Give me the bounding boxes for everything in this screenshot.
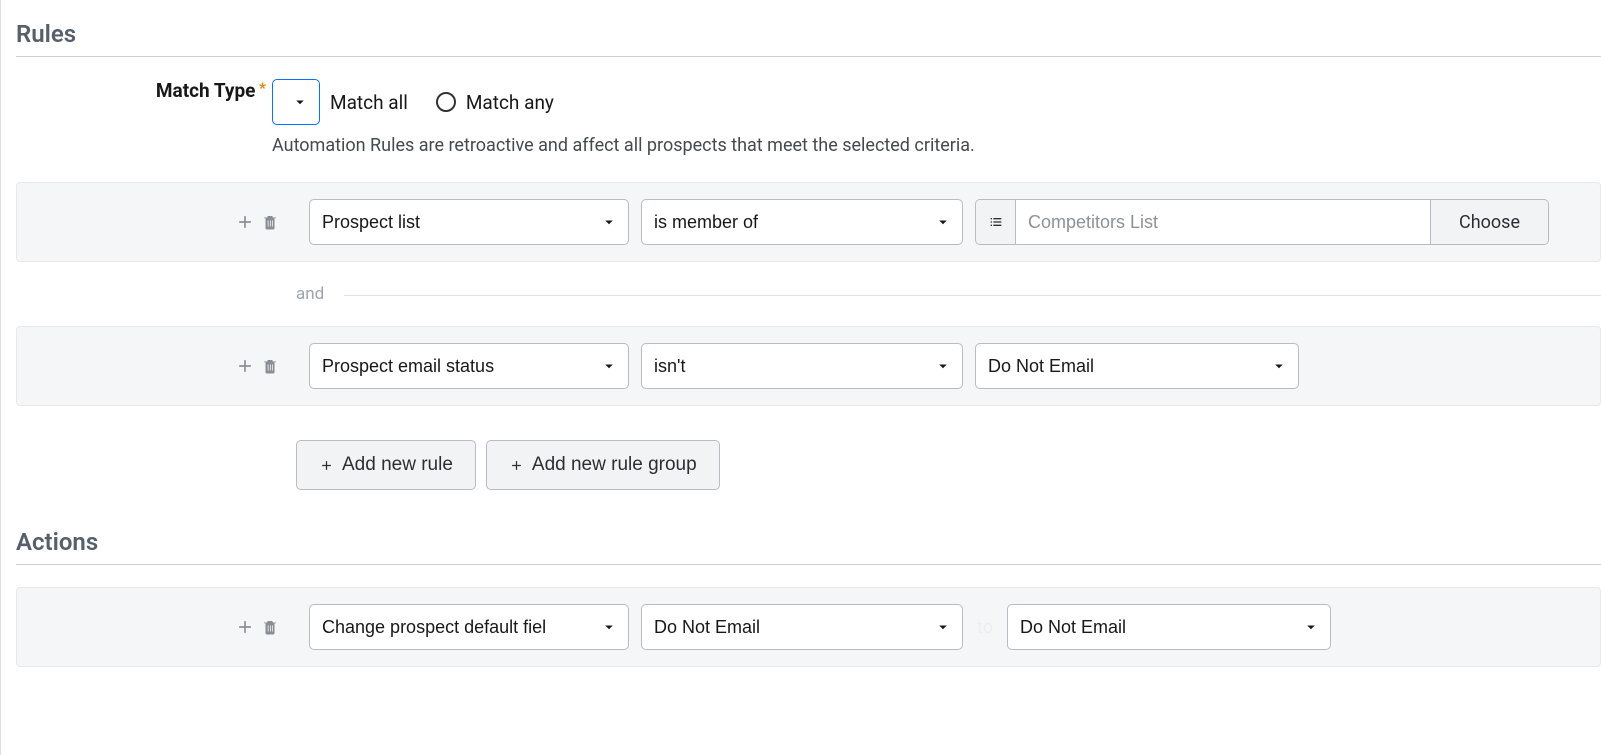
add-rule-icon[interactable]	[235, 212, 255, 233]
rule-block: Prospect email status isn't Do Not Email	[16, 326, 1601, 406]
delete-rule-icon[interactable]	[261, 212, 279, 232]
add-action-icon[interactable]	[235, 617, 255, 638]
to-label: to	[975, 617, 995, 638]
add-new-rule-button[interactable]: Add new rule	[296, 440, 476, 490]
rule-operator-select[interactable]: is member of	[641, 199, 963, 245]
delete-action-icon[interactable]	[261, 617, 279, 637]
add-rule-icon[interactable]	[235, 356, 255, 377]
match-any-label: Match any	[466, 91, 554, 114]
rule-operator-select[interactable]: isn't	[641, 343, 963, 389]
actions-heading: Actions	[16, 528, 1601, 565]
delete-rule-icon[interactable]	[261, 356, 279, 376]
rule-row: Prospect list is member of Choose	[17, 199, 1600, 245]
match-type-label: Match Type *	[16, 79, 272, 104]
rule-value-lookup: Choose	[975, 199, 1549, 245]
rule-value-input[interactable]	[1016, 200, 1430, 244]
rule-block: Prospect list is member of Choose	[16, 182, 1601, 262]
add-new-rule-group-button[interactable]: Add new rule group	[486, 440, 720, 490]
match-any-radio[interactable]: Match any	[436, 91, 554, 114]
list-icon[interactable]	[976, 200, 1016, 244]
action-value-select[interactable]: Do Not Email	[1007, 604, 1331, 650]
match-all-label: Match all	[330, 91, 408, 114]
match-all-radio[interactable]: Match all	[272, 79, 408, 125]
choose-button[interactable]: Choose	[1430, 200, 1548, 244]
joiner-text: and	[296, 284, 324, 304]
plus-icon	[509, 458, 524, 473]
radio-unselected-icon	[436, 92, 456, 112]
plus-icon	[319, 458, 334, 473]
radio-selected-icon	[272, 79, 320, 125]
match-type-help: Automation Rules are retroactive and aff…	[272, 135, 1601, 156]
rule-field-select[interactable]: Prospect email status	[309, 343, 629, 389]
joiner-line	[344, 295, 1601, 296]
rule-value-select[interactable]: Do Not Email	[975, 343, 1299, 389]
match-type-row: Match Type * Match all Match any Automat…	[16, 79, 1601, 156]
rule-row: Prospect email status isn't Do Not Email	[17, 343, 1600, 389]
rule-field-select[interactable]: Prospect list	[309, 199, 629, 245]
rules-heading: Rules	[16, 20, 1601, 57]
action-type-select[interactable]: Change prospect default fiel	[309, 604, 629, 650]
action-row: Change prospect default fiel Do Not Emai…	[17, 604, 1600, 650]
action-block: Change prospect default fiel Do Not Emai…	[16, 587, 1601, 667]
rule-joiner: and	[16, 262, 1601, 326]
action-field-select[interactable]: Do Not Email	[641, 604, 963, 650]
